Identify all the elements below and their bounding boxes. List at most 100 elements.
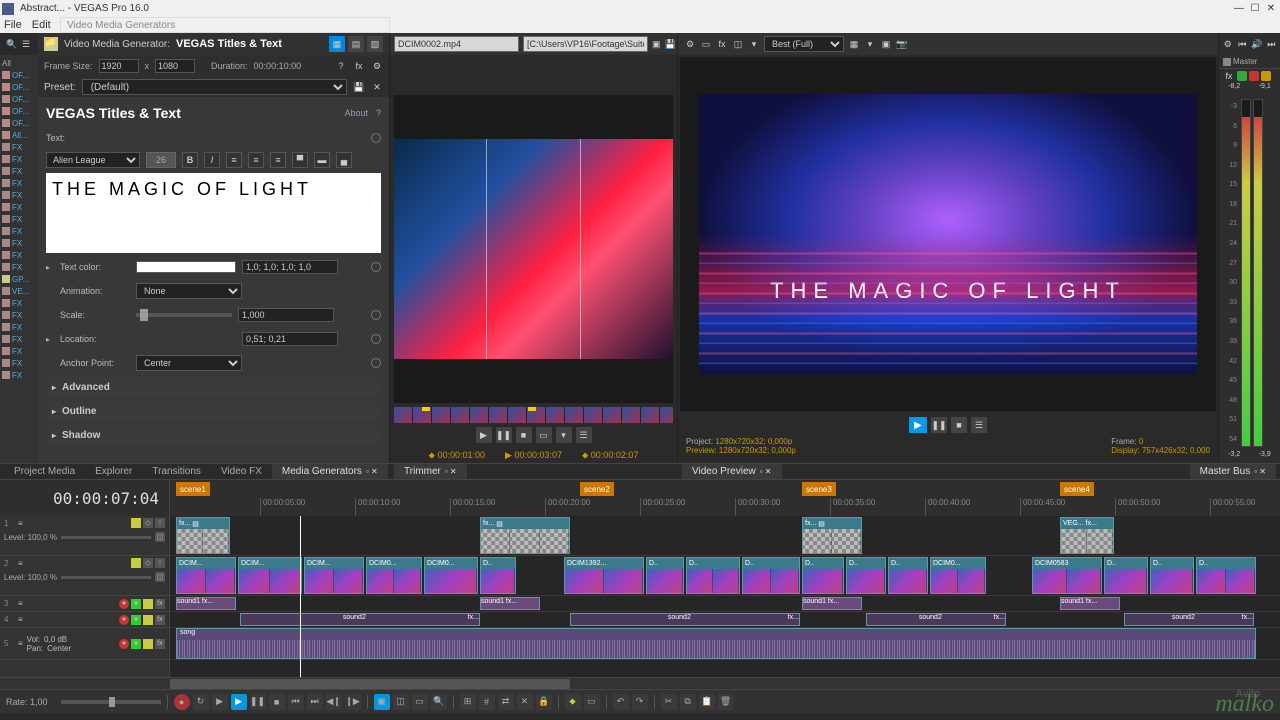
clip-video[interactable]: D.. — [480, 557, 516, 594]
clip-video[interactable]: DCIM... — [176, 557, 236, 594]
keyframe-dot[interactable] — [371, 310, 381, 320]
add-icon[interactable]: ▣ — [652, 38, 661, 50]
clip-audio[interactable]: sound2 fx... — [240, 613, 480, 626]
track-header-audio-1[interactable]: 3≡ ●●●fx — [0, 596, 169, 612]
tool-zoom[interactable]: 🔍 — [431, 694, 447, 710]
clip-video[interactable]: D.. — [686, 557, 740, 594]
clip-video[interactable]: DCIM0... — [930, 557, 986, 594]
chevron-right-icon[interactable]: ▸ — [46, 263, 54, 272]
gear-icon[interactable]: ⚙ — [684, 38, 696, 50]
tool-normal[interactable]: ▣ — [374, 694, 390, 710]
clip-audio[interactable]: sound1 fx... — [480, 597, 540, 610]
video-preview-viewport[interactable]: THE MAGIC OF LIGHT — [680, 57, 1216, 411]
snap-grid-button[interactable]: # — [479, 694, 495, 710]
preview-menu-button[interactable]: ☰ — [971, 417, 987, 433]
clip-video[interactable]: DCIM... — [304, 557, 364, 594]
scene-marker[interactable]: scene3 — [802, 482, 836, 496]
preview-stop-button[interactable]: ■ — [951, 417, 967, 433]
clip-audio[interactable]: sound2 fx... — [866, 613, 1006, 626]
scene-marker[interactable]: scene1 — [176, 482, 210, 496]
snapshot-icon[interactable]: 📷 — [896, 38, 908, 50]
more-button[interactable]: ▾ — [556, 427, 572, 443]
align-middle-button[interactable]: ▬ — [314, 152, 330, 168]
clip-video[interactable]: D.. — [1196, 557, 1256, 594]
font-size-input[interactable] — [146, 152, 176, 168]
frame-width-input[interactable] — [99, 59, 139, 73]
clip-video[interactable]: DCIM... — [238, 557, 302, 594]
preset-select[interactable]: (Default) — [82, 79, 347, 95]
close-icon[interactable]: ▫ ✕ — [366, 467, 378, 476]
play-button[interactable]: ▶ — [476, 427, 492, 443]
clip-video[interactable]: DCIM0583 — [1032, 557, 1102, 594]
close-icon[interactable]: ▫ ✕ — [1254, 467, 1266, 476]
timecode-display[interactable]: 00:00:07:04 — [0, 480, 170, 516]
clip-video[interactable]: DCIM1392... — [564, 557, 644, 594]
stop-button[interactable]: ■ — [516, 427, 532, 443]
grid-icon[interactable]: ▦ — [848, 38, 860, 50]
delete-preset-icon[interactable]: ✕ — [371, 81, 383, 93]
tool-envelope[interactable]: ◫ — [393, 694, 409, 710]
dropdown-icon[interactable]: ▾ — [748, 38, 760, 50]
snap-button[interactable]: ⊞ — [460, 694, 476, 710]
scale-value[interactable] — [238, 308, 334, 322]
scale-slider[interactable] — [136, 313, 232, 317]
clip-video[interactable]: DCIM0... — [424, 557, 478, 594]
pane-toggle-1[interactable]: ▦ — [329, 36, 345, 52]
speaker-icon[interactable]: 🔊 — [1251, 38, 1263, 50]
tab-explorer[interactable]: Explorer — [85, 464, 142, 480]
list-icon[interactable]: ☰ — [20, 38, 32, 50]
clip-audio[interactable]: sound2 fx... — [1124, 613, 1254, 626]
clip-audio[interactable]: sound1 fx... — [1060, 597, 1120, 610]
cut-button[interactable]: ✂ — [661, 694, 677, 710]
italic-button[interactable]: I — [204, 152, 220, 168]
go-end-button[interactable]: ⏭ — [307, 694, 323, 710]
clip-audio[interactable]: sound1 fx... — [802, 597, 862, 610]
bold-button[interactable]: B — [182, 152, 198, 168]
timeline-scrollbar[interactable] — [0, 677, 1280, 689]
trimmer-filmstrip[interactable] — [394, 407, 673, 423]
trimmer-file-input[interactable] — [394, 36, 519, 52]
track-header-video-1[interactable]: 1≡ ●◇⋮ Level: 100,0 %◫ — [0, 516, 169, 556]
section-shadow[interactable]: ▸Shadow — [46, 425, 381, 445]
clip-audio[interactable]: sound2 fx... — [570, 613, 800, 626]
clip-audio-song[interactable]: song — [176, 628, 1256, 659]
maximize-button[interactable]: ☐ — [1248, 2, 1262, 16]
clip-video[interactable]: D.. — [888, 557, 928, 594]
pane-toggle-2[interactable]: ▤ — [348, 36, 364, 52]
play-button[interactable]: ▶ — [231, 694, 247, 710]
paste-button[interactable]: 📋 — [699, 694, 715, 710]
lock-button[interactable]: 🔒 — [536, 694, 552, 710]
save-icon[interactable]: 💾 — [665, 38, 676, 50]
crop-button[interactable]: ▭ — [536, 427, 552, 443]
monitor-icon[interactable]: ▭ — [700, 38, 712, 50]
search-icon[interactable]: 🔍 — [6, 38, 18, 50]
anchor-select[interactable]: Center — [136, 355, 242, 371]
font-select[interactable]: Alien League — [46, 152, 140, 168]
align-right-button[interactable]: ≡ — [270, 152, 286, 168]
play-start-button[interactable]: ▶ — [212, 694, 228, 710]
help-link[interactable]: ? — [376, 108, 381, 118]
close-icon[interactable]: ▫ ✕ — [445, 467, 457, 476]
tab-transitions[interactable]: Transitions — [142, 464, 211, 480]
about-link[interactable]: About — [344, 108, 368, 118]
fx-icon[interactable]: fx — [716, 38, 728, 50]
close-button[interactable]: ✕ — [1264, 2, 1278, 16]
clip-video[interactable]: D.. — [742, 557, 800, 594]
gear-icon[interactable]: ⚙ — [1222, 38, 1234, 50]
loop-button[interactable]: ↻ — [193, 694, 209, 710]
section-advanced[interactable]: ▸Advanced — [46, 377, 381, 397]
clip-title[interactable]: fx...▤ — [480, 517, 570, 554]
fx-preset-list[interactable]: All OF... OF... OF... OF... OF... All...… — [0, 55, 38, 463]
next-icon[interactable]: ⏭ — [1266, 38, 1278, 50]
trimmer-path-input[interactable] — [523, 36, 648, 52]
textcolor-value[interactable] — [242, 260, 338, 274]
animation-select[interactable]: None — [136, 283, 242, 299]
clip-video[interactable]: D.. — [1150, 557, 1194, 594]
minimize-button[interactable]: — — [1232, 2, 1246, 16]
align-left-button[interactable]: ≡ — [226, 152, 242, 168]
prev-frame-button[interactable]: ◀❙ — [326, 694, 342, 710]
frame-height-input[interactable] — [155, 59, 195, 73]
undo-button[interactable]: ↶ — [613, 694, 629, 710]
auto-ripple-button[interactable]: ⇄ — [498, 694, 514, 710]
save-preset-icon[interactable]: 💾 — [353, 81, 365, 93]
